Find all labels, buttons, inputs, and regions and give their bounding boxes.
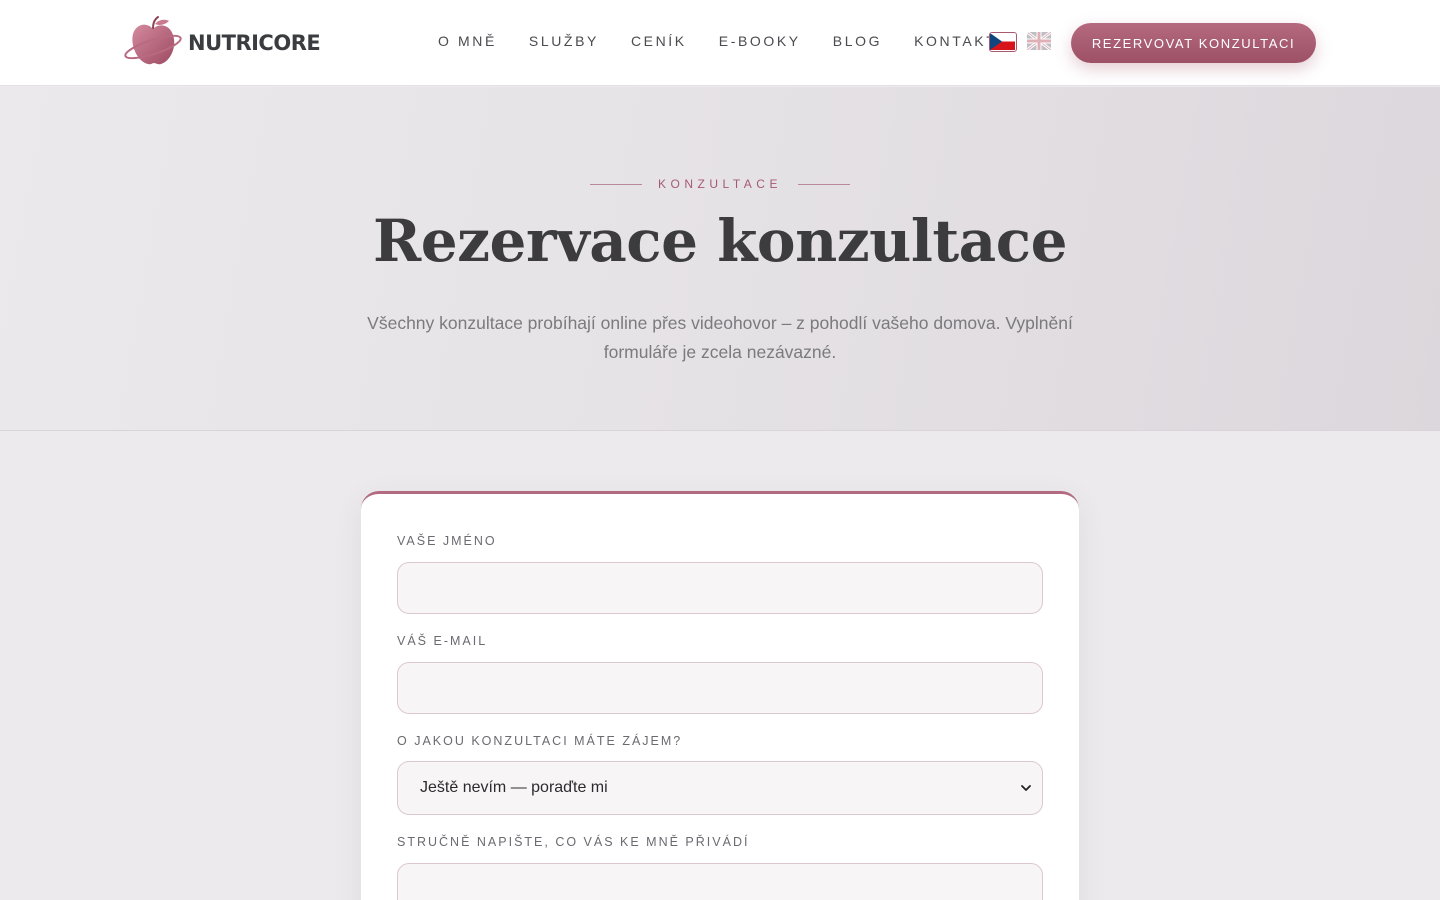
eyebrow-label: KONZULTACE [658, 177, 782, 191]
cz-flag-icon[interactable] [989, 32, 1017, 52]
hero-eyebrow: KONZULTACE [0, 177, 1440, 191]
brand-logo[interactable]: NUTRICORE [122, 14, 321, 72]
email-label: VÁŠ E-MAIL [397, 634, 488, 648]
uk-flag-icon[interactable] [1027, 32, 1055, 52]
nav-item-blog[interactable]: BLOG [833, 33, 882, 49]
book-consultation-button[interactable]: REZERVOVAT KONZULTACI [1071, 23, 1316, 63]
booking-form-card: VAŠE JMÉNO VÁŠ E-MAIL O JAKOU KONZULTACI… [361, 491, 1079, 900]
main-nav: O MNĚ SLUŽBY CENÍK E-BOOKY BLOG KONTAKT [438, 33, 1029, 49]
message-label: STRUČNĚ NAPIŠTE, CO VÁS KE MNĚ PŘIVÁDÍ [397, 835, 750, 849]
nav-item-e-booky[interactable]: E-BOOKY [719, 33, 801, 49]
name-input[interactable] [397, 562, 1043, 614]
nav-item-kontakt[interactable]: KONTAKT [914, 33, 997, 49]
email-input[interactable] [397, 662, 1043, 714]
nav-item-o-mne[interactable]: O MNĚ [438, 33, 497, 49]
consultation-type-value: Ještě nevím — poraďte mi [420, 779, 608, 796]
brand-name: NUTRICORE [188, 31, 321, 55]
chevron-down-icon [1021, 785, 1031, 791]
divider-line [590, 183, 643, 185]
apple-logo-icon [124, 16, 182, 65]
message-textarea[interactable] [397, 863, 1043, 900]
page-title: Rezervace konzultace [373, 207, 1067, 275]
name-label: VAŠE JMÉNO [397, 534, 497, 548]
hero-subtitle: Všechny konzultace probíhají online přes… [367, 313, 1073, 362]
nav-item-cenik[interactable]: CENÍK [631, 33, 687, 49]
consultation-type-label: O JAKOU KONZULTACI MÁTE ZÁJEM? [397, 734, 683, 748]
divider-line [797, 183, 850, 185]
site-header: NUTRICORE O MNĚ SLUŽBY CENÍK E-BOOKY BLO… [0, 0, 1440, 86]
nav-item-sluzby[interactable]: SLUŽBY [529, 33, 599, 49]
consultation-type-select[interactable]: Ještě nevím — poraďte mi [397, 761, 1043, 815]
hero-section: KONZULTACE Rezervace konzultace Všechny … [0, 87, 1440, 431]
